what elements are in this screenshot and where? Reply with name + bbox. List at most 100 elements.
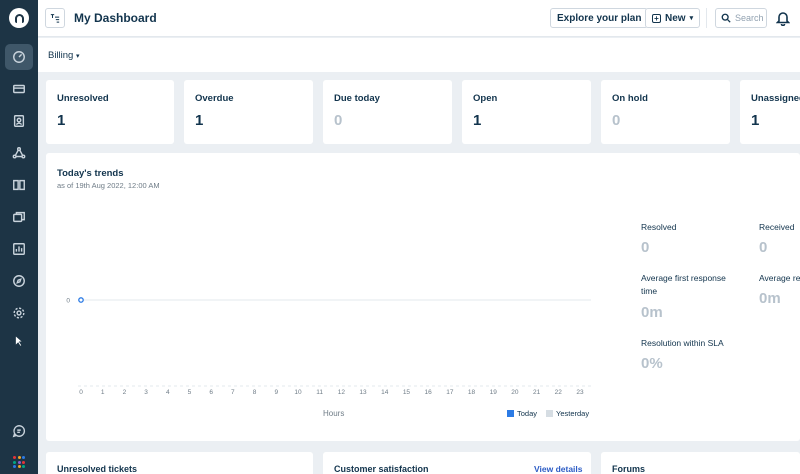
billing-label: Billing bbox=[48, 50, 74, 61]
forums-icon[interactable] bbox=[5, 204, 33, 230]
x-tick-label: 9 bbox=[274, 389, 278, 396]
card-title: Forums bbox=[612, 464, 646, 474]
legend-yesterday[interactable]: Yesterday bbox=[546, 409, 589, 418]
stat-card-overdue[interactable]: Overdue 1 bbox=[184, 80, 313, 144]
x-tick-label: 14 bbox=[381, 389, 389, 396]
stat-value: 1 bbox=[473, 112, 482, 129]
avg-first-response-value: 0m bbox=[641, 304, 663, 321]
explore-plan-button[interactable]: Explore your plan bbox=[550, 8, 649, 28]
stat-label: Due today bbox=[334, 93, 380, 104]
x-tick-label: 18 bbox=[468, 389, 476, 396]
x-tick-label: 2 bbox=[123, 389, 127, 396]
legend-swatch-yesterday bbox=[546, 410, 553, 417]
chevron-down-icon: ▾ bbox=[689, 15, 694, 22]
x-tick-label: 16 bbox=[425, 389, 433, 396]
reports-icon[interactable] bbox=[5, 236, 33, 262]
x-tick-label: 0 bbox=[79, 389, 83, 396]
social-icon[interactable] bbox=[5, 140, 33, 166]
stat-card-due-today[interactable]: Due today 0 bbox=[323, 80, 452, 144]
legend-yesterday-label: Yesterday bbox=[556, 409, 590, 418]
todays-trends-panel: Today's trends as of 19th Aug 2022, 12:0… bbox=[46, 153, 800, 441]
x-tick-label: 3 bbox=[144, 389, 148, 396]
x-tick-label: 7 bbox=[231, 389, 235, 396]
stat-card-unassigned[interactable]: Unassigned 1 bbox=[740, 80, 800, 144]
sla-value: 0% bbox=[641, 355, 663, 372]
cursor-icon bbox=[5, 328, 33, 354]
avg-first-response-label: Average first response time bbox=[641, 273, 726, 296]
card-title: Customer satisfaction bbox=[334, 464, 429, 474]
stat-card-on-hold[interactable]: On hold 0 bbox=[601, 80, 730, 144]
received-value: 0 bbox=[759, 239, 768, 256]
search-input[interactable]: Search bbox=[715, 8, 767, 28]
sla-label: Resolution within SLA bbox=[641, 338, 724, 348]
x-tick-label: 4 bbox=[166, 389, 170, 396]
y-tick-label: 0 bbox=[66, 298, 70, 305]
chat-icon[interactable] bbox=[5, 418, 33, 444]
new-button[interactable]: + New ▾ bbox=[645, 8, 701, 28]
stat-label: Overdue bbox=[195, 93, 234, 104]
trends-chart: 0 0 1 2 3 4 5 6 7 8 9 10 11 12 13 14 15 16 17 18 19 20 21 22 23 bbox=[66, 297, 591, 396]
x-tick-label: 6 bbox=[209, 389, 213, 396]
x-axis-label: Hours bbox=[323, 409, 345, 418]
received-label: Received bbox=[759, 222, 795, 232]
x-tick-label: 19 bbox=[490, 389, 498, 396]
sidebar-toggle-button[interactable] bbox=[45, 8, 65, 28]
search-icon bbox=[721, 13, 731, 23]
x-tick-label: 1 bbox=[101, 389, 105, 396]
x-tick-label: 12 bbox=[338, 389, 346, 396]
x-tick-label: 5 bbox=[188, 389, 192, 396]
chevron-down-icon: ▾ bbox=[76, 53, 80, 60]
page-title: My Dashboard bbox=[74, 11, 157, 25]
avg-resolution-value: 0m bbox=[759, 290, 781, 307]
filter-bar: Billing ▾ bbox=[38, 38, 800, 72]
x-tick-label: 21 bbox=[533, 389, 541, 396]
dashboard-icon[interactable] bbox=[5, 44, 33, 70]
legend-swatch-today bbox=[507, 410, 514, 417]
card-title: Unresolved tickets bbox=[57, 464, 138, 474]
stat-label: Open bbox=[473, 93, 498, 104]
legend-today-label: Today bbox=[517, 409, 538, 418]
stat-label: On hold bbox=[612, 93, 648, 104]
stat-card-open[interactable]: Open 1 bbox=[462, 80, 591, 144]
avg-resolution-label: Average re bbox=[759, 273, 800, 283]
billing-dropdown[interactable]: Billing ▾ bbox=[48, 50, 80, 61]
stat-value: 0 bbox=[612, 112, 621, 129]
stat-card-unresolved[interactable]: Unresolved 1 bbox=[46, 80, 174, 144]
stat-value: 1 bbox=[751, 112, 760, 129]
data-point-today[interactable] bbox=[78, 297, 84, 303]
solutions-icon[interactable] bbox=[5, 172, 33, 198]
legend-today[interactable]: Today bbox=[507, 409, 537, 418]
apps-icon[interactable] bbox=[13, 456, 25, 468]
search-placeholder: Search bbox=[735, 13, 764, 23]
top-header: My Dashboard Explore your plan + New ▾ S… bbox=[38, 0, 800, 37]
x-tick-label: 8 bbox=[253, 389, 257, 396]
header-divider bbox=[706, 8, 707, 28]
view-details-link[interactable]: View details bbox=[534, 464, 583, 474]
x-tick-label: 20 bbox=[511, 389, 519, 396]
plus-icon: + bbox=[652, 13, 661, 23]
x-tick-label: 23 bbox=[576, 389, 584, 396]
filter-icon bbox=[50, 14, 60, 23]
tickets-icon[interactable] bbox=[5, 76, 33, 102]
x-tick-label: 15 bbox=[403, 389, 411, 396]
x-tick-label: 10 bbox=[294, 389, 302, 396]
stat-value: 0 bbox=[334, 112, 343, 129]
discussions-icon[interactable] bbox=[5, 268, 33, 294]
forums-card: Forums bbox=[601, 452, 800, 474]
x-tick-label: 22 bbox=[555, 389, 563, 396]
admin-icon[interactable] bbox=[5, 300, 33, 326]
stat-value: 1 bbox=[195, 112, 204, 129]
new-button-label: New bbox=[665, 12, 686, 24]
x-tick-label: 11 bbox=[316, 389, 323, 396]
resolved-label: Resolved bbox=[641, 222, 677, 232]
x-tick-label: 17 bbox=[446, 389, 454, 396]
contacts-icon[interactable] bbox=[5, 108, 33, 134]
unresolved-tickets-card: Unresolved tickets bbox=[46, 452, 313, 474]
freshdesk-logo[interactable] bbox=[9, 8, 29, 28]
x-tick-label: 13 bbox=[359, 389, 367, 396]
resolved-value: 0 bbox=[641, 239, 650, 256]
stat-value: 1 bbox=[57, 112, 66, 129]
sidebar bbox=[0, 0, 38, 474]
notification-bell-icon[interactable] bbox=[775, 10, 791, 27]
stat-label: Unresolved bbox=[57, 93, 109, 104]
